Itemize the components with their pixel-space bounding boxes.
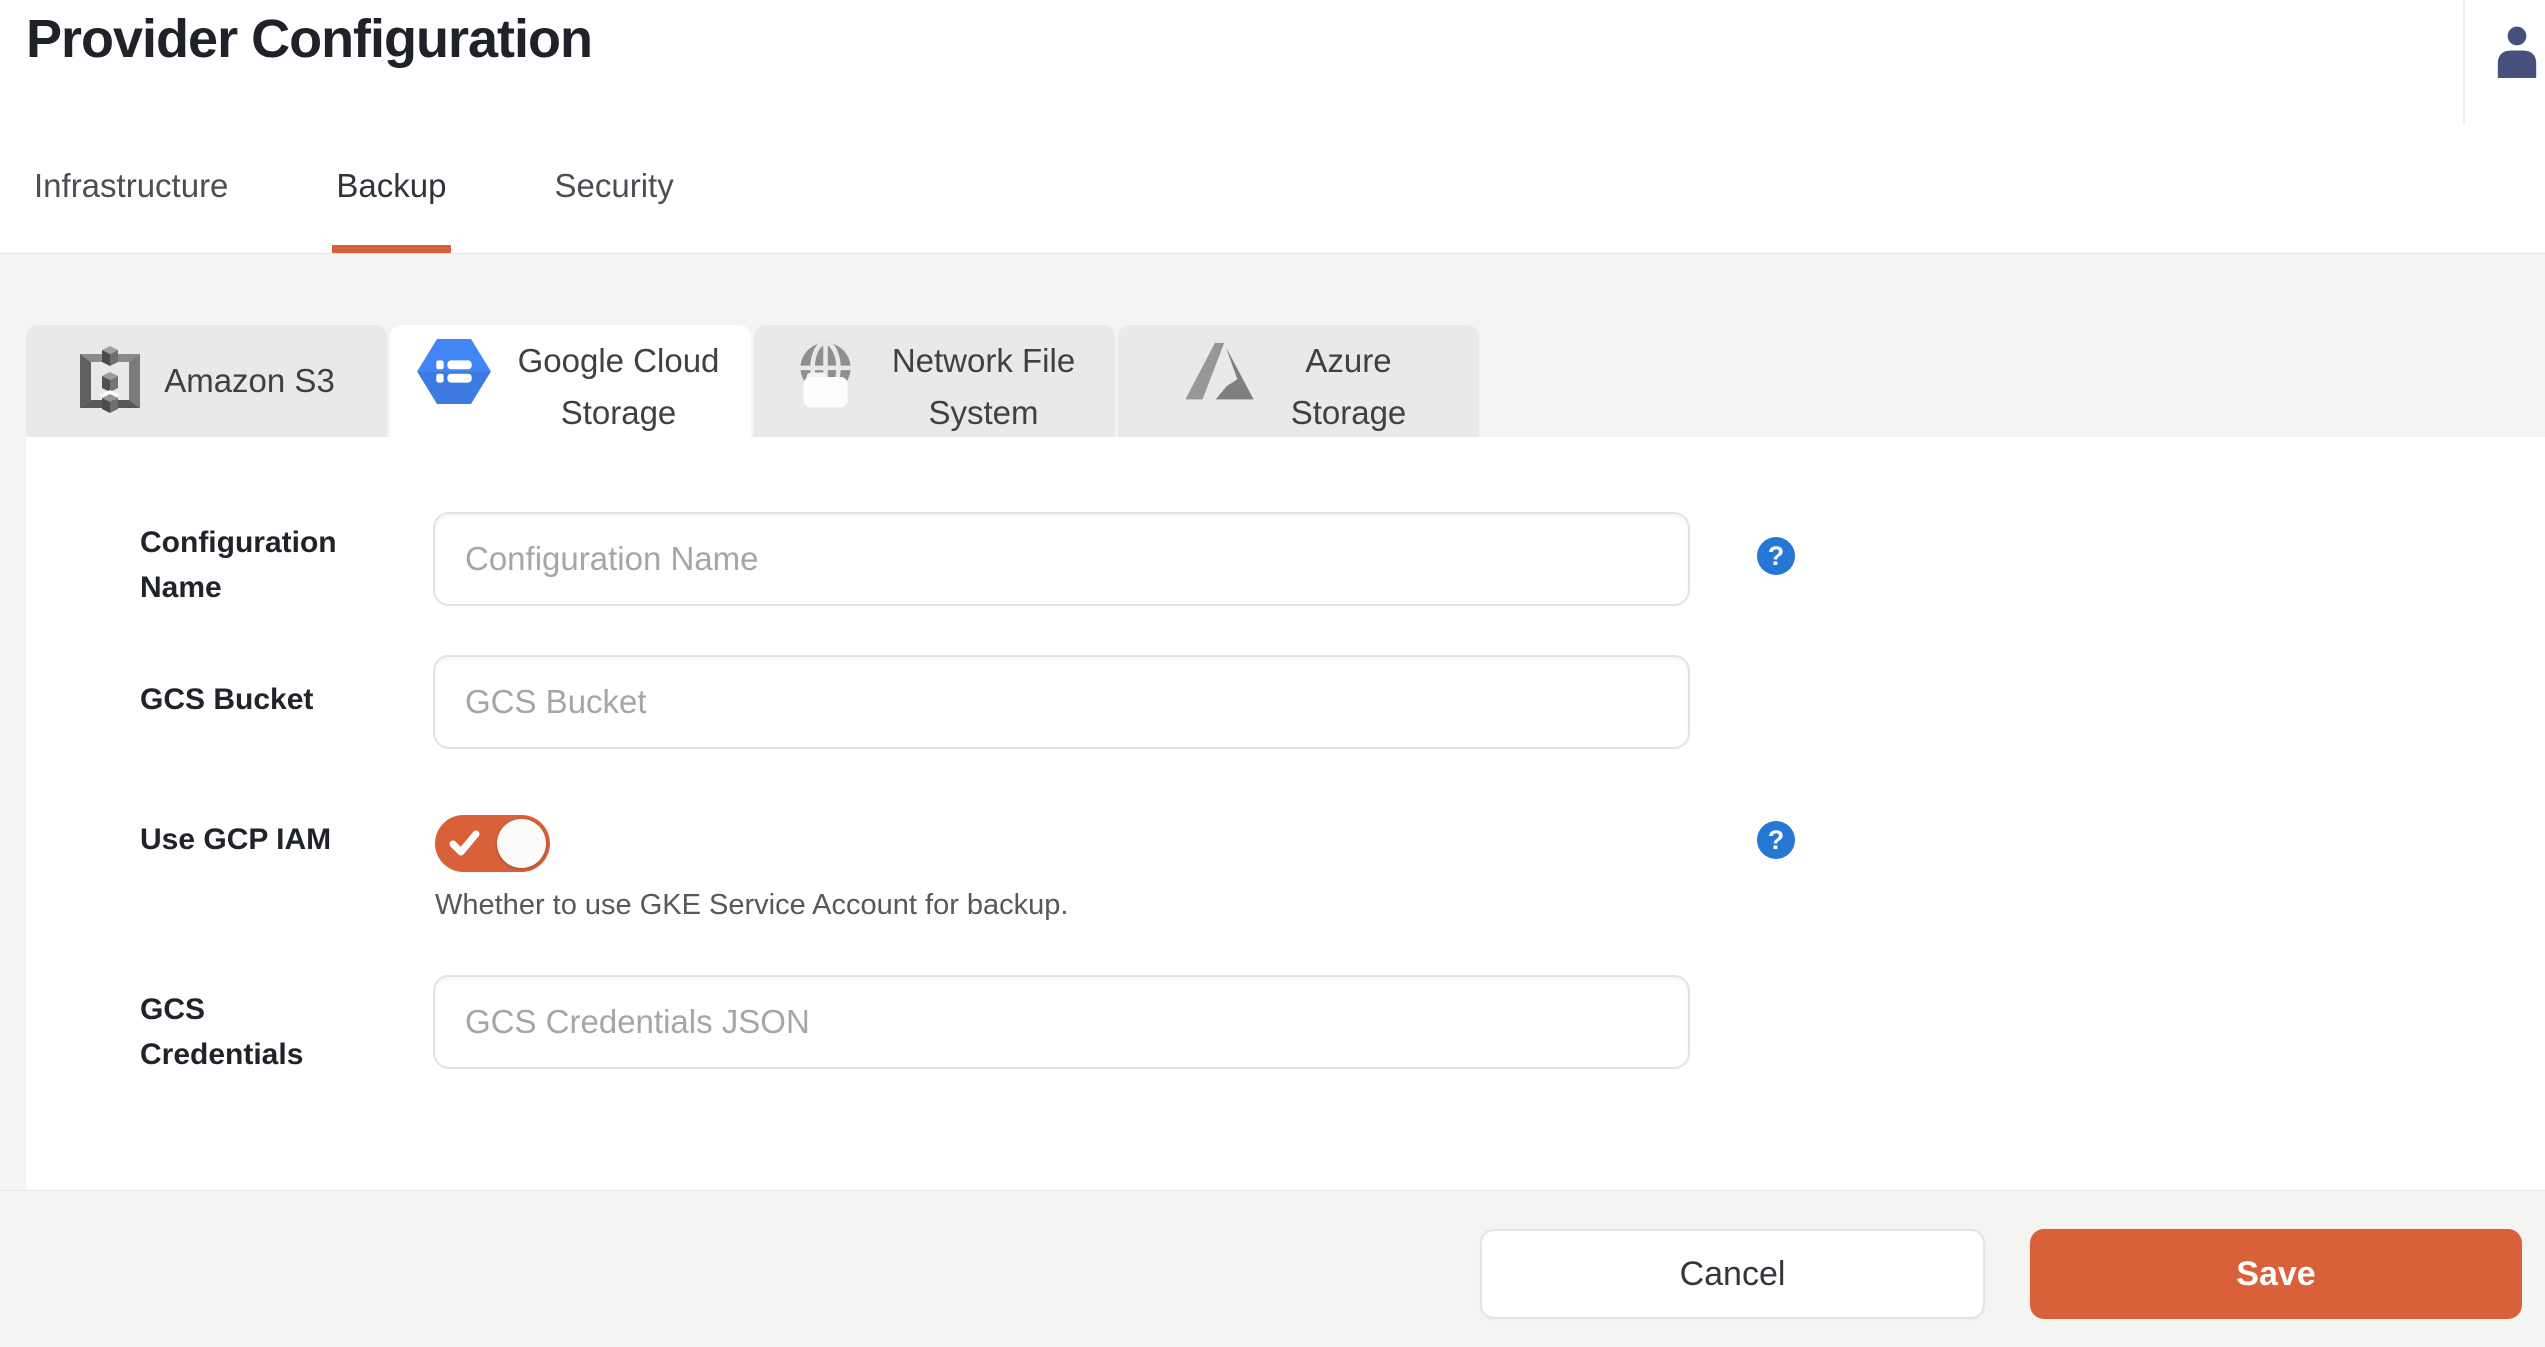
provider-tab-network-file-system[interactable]: Network File System [754, 325, 1115, 437]
header-divider [2463, 0, 2465, 124]
provider-tab-label: Google Cloud Storage [513, 335, 725, 439]
form-footer: Cancel Save [0, 1190, 2545, 1347]
amazon-s3-icon [78, 345, 142, 417]
user-avatar[interactable] [2491, 22, 2543, 78]
provider-tab-strip: Amazon S3 Google Cloud Storage Network F… [26, 325, 1482, 437]
use-gcp-iam-toggle[interactable] [435, 815, 550, 872]
use-gcp-iam-description: Whether to use GKE Service Account for b… [435, 889, 1068, 922]
network-file-system-icon [786, 339, 862, 415]
configuration-name-input[interactable] [433, 512, 1690, 606]
tab-backup[interactable]: Backup [332, 167, 450, 253]
main-nav-tabs: Infrastructure Backup Security [30, 167, 778, 253]
page-title: Provider Configuration [26, 8, 592, 70]
tab-infrastructure[interactable]: Infrastructure [30, 167, 232, 253]
check-icon [449, 830, 481, 857]
provider-tab-label: Azure Storage [1279, 335, 1419, 439]
configuration-name-label: Configuration Name [140, 520, 360, 610]
provider-config-form-panel: Configuration Name ? GCS Bucket Use GCP … [26, 437, 2545, 1190]
gcs-credentials-input[interactable] [433, 975, 1690, 1069]
provider-tab-amazon-s3[interactable]: Amazon S3 [26, 325, 387, 437]
provider-tab-azure-storage[interactable]: Azure Storage [1118, 325, 1479, 437]
save-button[interactable]: Save [2030, 1229, 2522, 1319]
provider-tab-label: Network File System [884, 335, 1084, 439]
tab-security[interactable]: Security [551, 167, 678, 253]
provider-tab-google-cloud-storage[interactable]: Google Cloud Storage [390, 325, 751, 437]
azure-storage-icon [1179, 339, 1257, 404]
use-gcp-iam-label: Use GCP IAM [140, 817, 360, 862]
gcs-bucket-input[interactable] [433, 655, 1690, 749]
gcs-credentials-label: GCS Credentials [140, 987, 360, 1077]
configuration-name-help-icon[interactable]: ? [1757, 537, 1795, 575]
page-header: Provider Configuration Infrastructure Ba… [0, 0, 2545, 254]
cancel-button[interactable]: Cancel [1480, 1229, 1985, 1319]
toggle-knob [497, 819, 546, 868]
use-gcp-iam-help-icon[interactable]: ? [1757, 821, 1795, 859]
gcs-bucket-label: GCS Bucket [140, 677, 360, 722]
provider-tab-label: Amazon S3 [164, 355, 335, 407]
user-icon [2491, 22, 2543, 78]
google-cloud-storage-icon [417, 339, 491, 404]
